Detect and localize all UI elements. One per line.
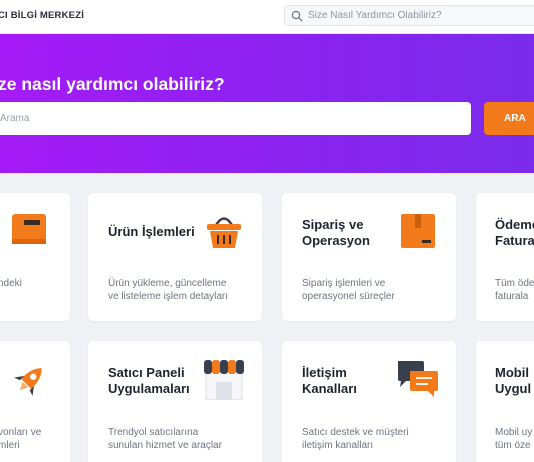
rocket-icon [14,368,42,396]
category-card-iletisim[interactable]: İletişim Kanalları Satıcı destek ve müşt… [282,341,456,462]
card-4-title: Ödeme Fatura [495,217,534,248]
category-card-satici-paneli[interactable]: Satıcı Paneli Uygulamaları Trendyol satı… [88,341,262,462]
header-search-placeholder: Size Nasıl Yardımcı Olabiliriz? [308,10,442,21]
card-6-desc: Trendyol satıcılarına sunulan hizmet ve … [108,427,222,451]
card-2-title: Ürün İşlemleri [108,224,195,239]
card-7-title: İletişim Kanalları [302,365,357,396]
card-1-desc: ndeki [0,278,22,289]
hero-search-input[interactable] [0,102,471,135]
category-card-1[interactable]: ndeki [0,193,70,321]
box-icon [401,214,435,248]
site-brand[interactable]: CI BİLGİ MERKEZİ [0,10,84,21]
search-icon [291,10,303,22]
category-card-siparis-operasyon[interactable]: Sipariş ve Operasyon Sipariş işlemleri v… [282,193,456,321]
hero-search-button[interactable]: ARA [484,102,534,135]
card-8-title: Mobil Uygul [495,365,532,396]
card-7-desc: Satıcı destek ve müşteri iletişim kanall… [302,427,409,451]
card-2-desc: Ürün yükleme, güncelleme ve listeleme iş… [108,278,229,302]
card-3-desc: Sipariş işlemleri ve operasyonel süreçle… [302,278,395,302]
store-icon [204,360,244,400]
card-6-title: Satıcı Paneli Uygulamaları [108,365,190,396]
card-3-title: Sipariş ve Operasyon [302,217,370,248]
card-8-desc: Mobil uy tüm öze [495,427,533,451]
card-5-desc: vonları ve mleri [0,427,42,451]
hero-banner: ze nasıl yardımcı olabiliriz? ARA [0,34,534,173]
card-4-desc: Tüm öde faturala [495,278,534,302]
basket-icon [207,217,241,248]
category-card-5[interactable]: vonları ve mleri [0,341,70,462]
hero-title: ze nasıl yardımcı olabiliriz? [0,74,225,94]
category-card-odeme-fatura[interactable]: Ödeme Fatura Tüm öde faturala [476,193,534,321]
top-bar: CI BİLGİ MERKEZİ Size Nasıl Yardımcı Ola… [0,0,534,34]
chat-icon [398,361,438,397]
book-icon [12,214,46,244]
category-card-urun-islemleri[interactable]: Ürün İşlemleri Ürün yükleme, güncelleme … [88,193,262,321]
header-search[interactable]: Size Nasıl Yardımcı Olabiliriz? [284,5,534,26]
category-card-mobil[interactable]: Mobil Uygul Mobil uy tüm öze [476,341,534,462]
